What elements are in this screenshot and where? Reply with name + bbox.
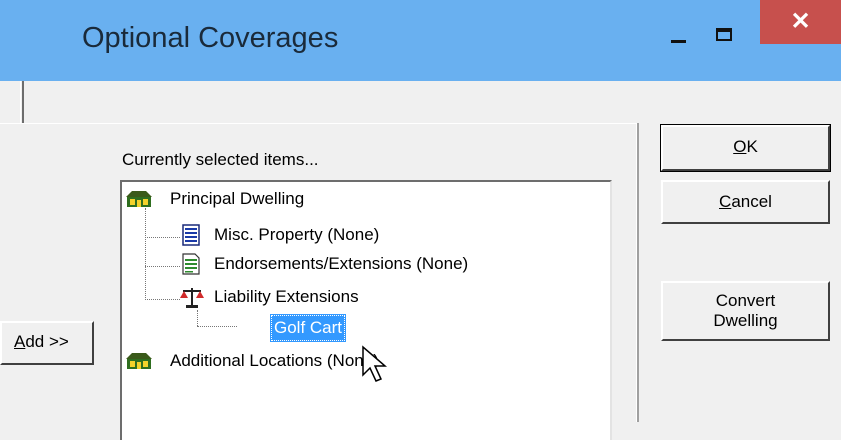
minimize-icon[interactable] <box>669 24 689 52</box>
panel-border <box>636 123 639 422</box>
window-title: Optional Coverages <box>82 22 339 54</box>
tab-divider <box>0 123 636 124</box>
add-button[interactable]: Add >> <box>0 321 94 365</box>
convert-dwelling-button[interactable]: Convert Dwelling <box>661 281 830 341</box>
ok-button[interactable]: OK <box>660 124 831 172</box>
coverage-tree[interactable]: Principal Dwelling Misc. Property (None)… <box>120 180 612 440</box>
currently-selected-label: Currently selected items... <box>122 150 319 169</box>
document-icon <box>182 224 200 246</box>
tree-node-liability-extensions[interactable]: Liability Extensions <box>180 286 361 308</box>
tree-connector <box>145 266 180 267</box>
tab-strip[interactable] <box>0 81 24 123</box>
tree-node-principal-dwelling[interactable]: Principal Dwelling <box>126 188 306 210</box>
tree-node-label: Misc. Property (None) <box>214 225 380 244</box>
tree-connector <box>145 208 146 300</box>
tree-connector <box>197 310 198 326</box>
tree-node-golf-cart[interactable]: Golf Cart <box>269 314 347 342</box>
house-icon <box>126 191 152 207</box>
tree-node-label: Endorsements/Extensions (None) <box>214 254 469 273</box>
arrow-cursor-icon <box>362 345 388 382</box>
tree-node-label: Liability Extensions <box>214 287 359 306</box>
tree-node-endorsements[interactable]: Endorsements/Extensions (None) <box>182 253 470 275</box>
tree-node-misc-property[interactable]: Misc. Property (None) <box>182 224 381 246</box>
convert-line-1: Convert <box>715 291 776 310</box>
scales-icon <box>180 288 204 308</box>
maximize-icon[interactable] <box>712 22 738 50</box>
tree-node-label: Additional Locations (None) <box>170 351 379 370</box>
tree-node-additional-locations[interactable]: Additional Locations (None) <box>126 350 381 372</box>
title-bar[interactable]: Optional Coverages ✕ <box>0 0 841 81</box>
tree-connector <box>145 299 180 300</box>
tree-connector <box>145 237 180 238</box>
form-icon <box>182 253 200 275</box>
tree-node-label: Principal Dwelling <box>170 189 305 208</box>
close-icon[interactable]: ✕ <box>760 0 841 44</box>
house-icon <box>126 353 152 369</box>
convert-line-2: Dwelling <box>713 311 778 330</box>
tree-connector <box>197 326 237 327</box>
cancel-button[interactable]: Cancel <box>661 180 830 224</box>
